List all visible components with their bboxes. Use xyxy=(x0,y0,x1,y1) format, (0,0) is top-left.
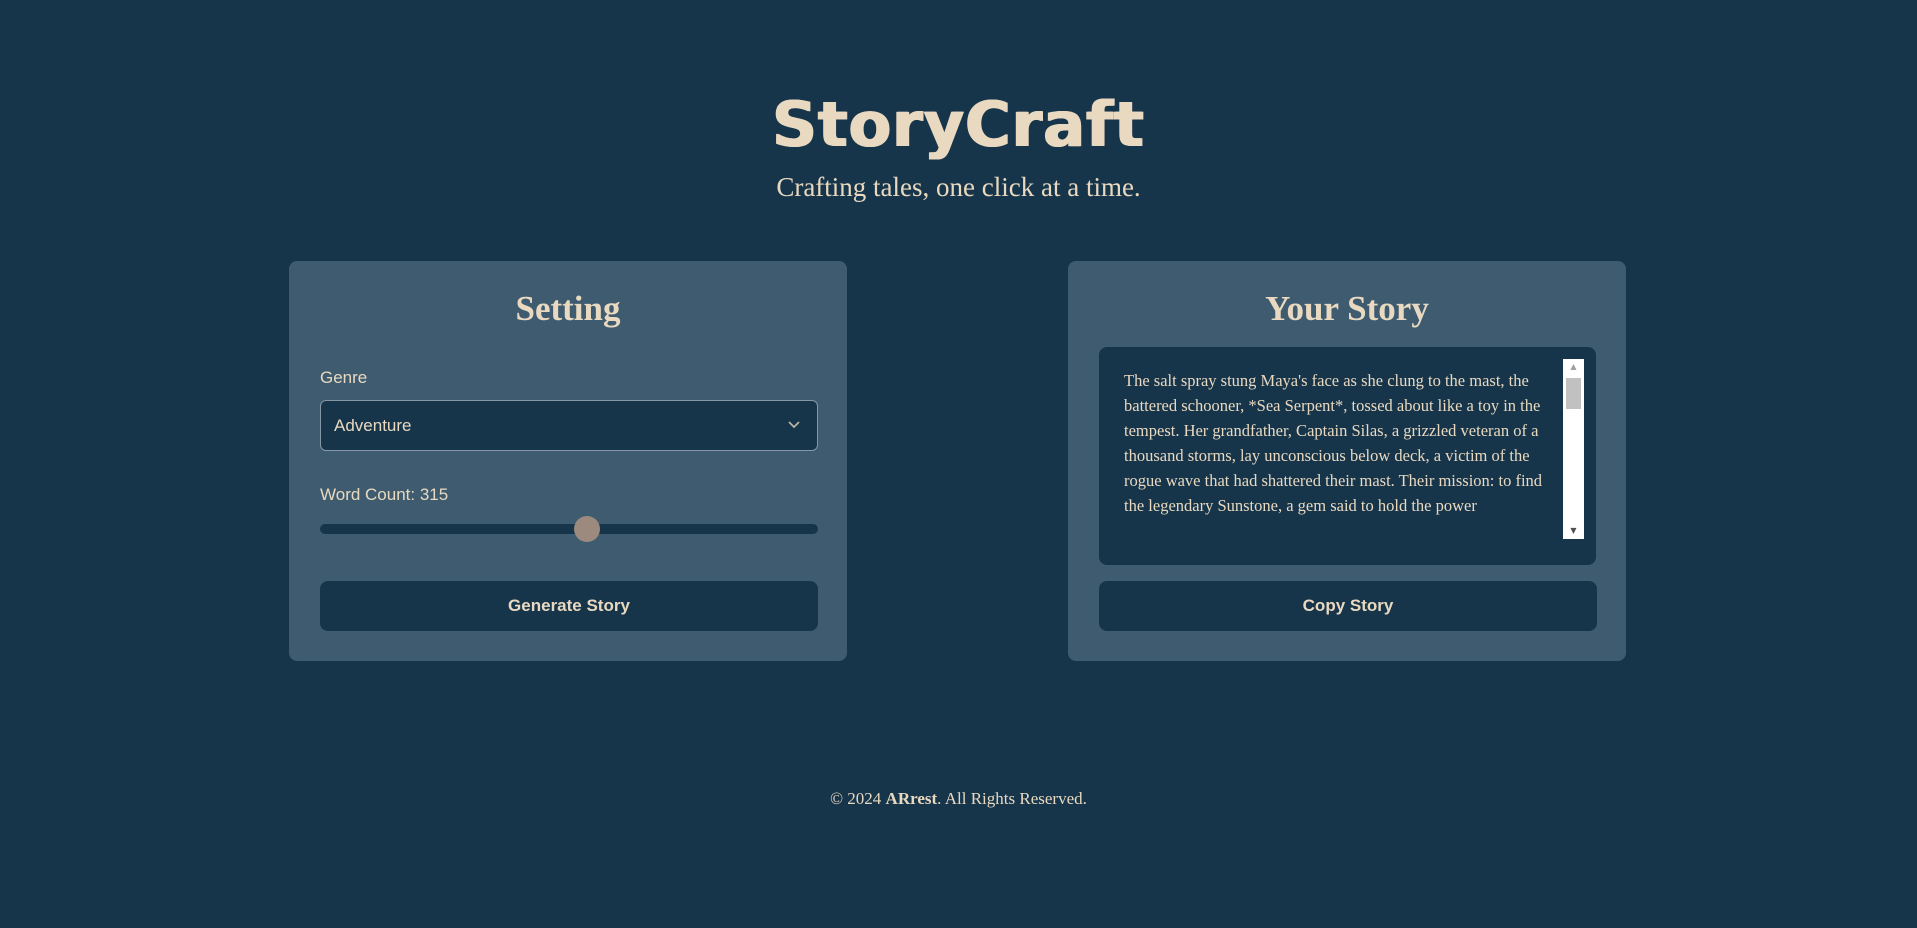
page-header: StoryCraft Crafting tales, one click at … xyxy=(0,82,1917,203)
footer: © 2024 ARrest. All Rights Reserved. xyxy=(0,789,1917,809)
setting-panel-title: Setting xyxy=(515,289,621,328)
story-output[interactable]: The salt spray stung Maya's face as she … xyxy=(1099,347,1596,565)
story-scrollbar[interactable]: ▲ ▼ xyxy=(1563,359,1584,539)
story-text: The salt spray stung Maya's face as she … xyxy=(1124,371,1543,515)
app-title: StoryCraft xyxy=(772,88,1145,161)
scroll-up-arrow-icon[interactable]: ▲ xyxy=(1563,359,1584,375)
footer-brand: ARrest xyxy=(885,789,938,808)
genre-select[interactable]: Adventure xyxy=(320,400,818,451)
genre-label: Genre xyxy=(320,368,368,387)
app-subtitle: Crafting tales, one click at a time. xyxy=(776,172,1141,202)
scrollbar-thumb[interactable] xyxy=(1566,378,1581,409)
footer-rights: . All Rights Reserved. xyxy=(937,789,1087,808)
genre-select-value: Adventure xyxy=(334,416,412,435)
story-panel-title: Your Story xyxy=(1265,289,1429,328)
slider-track xyxy=(320,524,818,534)
slider-thumb[interactable] xyxy=(574,516,601,542)
setting-panel: Setting Genre Adventure Word Count: 315 … xyxy=(289,261,847,661)
story-panel: Your Story The salt spray stung Maya's f… xyxy=(1068,261,1626,661)
word-count-label: Word Count: 315 xyxy=(320,485,449,504)
copy-story-button[interactable]: Copy Story xyxy=(1099,581,1597,631)
footer-copyright: © 2024 xyxy=(830,789,886,808)
chevron-down-icon xyxy=(788,421,800,429)
generate-story-button[interactable]: Generate Story xyxy=(320,581,818,631)
word-count-slider[interactable] xyxy=(320,516,818,542)
scroll-down-arrow-icon[interactable]: ▼ xyxy=(1563,523,1584,539)
